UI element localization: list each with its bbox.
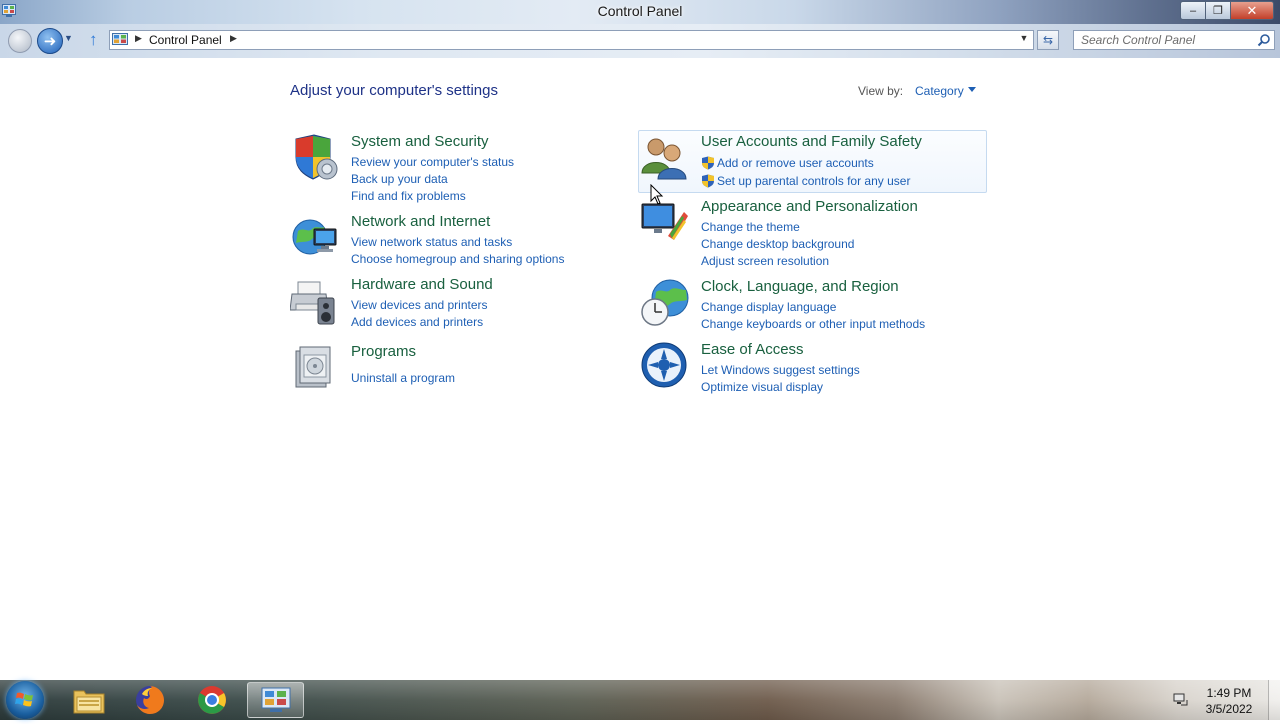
up-arrow-icon[interactable]: ↑ — [89, 31, 103, 49]
clock-time: 1:49 PM — [1206, 686, 1252, 700]
address-bar[interactable]: ▶ Control Panel ▶ ▼ — [109, 30, 1034, 50]
address-dropdown-icon[interactable]: ▼ — [1017, 33, 1031, 43]
link-optimize-visual-display[interactable]: Optimize visual display — [701, 379, 860, 396]
category-title[interactable]: Hardware and Sound — [351, 276, 493, 293]
breadcrumb-separator-icon[interactable]: ▶ — [230, 33, 237, 44]
taskbar-file-explorer[interactable] — [62, 682, 116, 718]
arrow-right-icon: ➜ — [43, 33, 57, 50]
mouse-cursor-icon — [650, 184, 664, 205]
link-uninstall-program[interactable]: Uninstall a program — [351, 370, 455, 387]
link-screen-resolution[interactable]: Adjust screen resolution — [701, 253, 854, 270]
link-change-theme[interactable]: Change the theme — [701, 219, 854, 236]
taskbar — [0, 680, 1280, 720]
link-review-status[interactable]: Review your computer's status — [351, 154, 514, 171]
link-display-language[interactable]: Change display language — [701, 299, 925, 316]
view-by-dropdown[interactable]: Category — [915, 84, 964, 98]
link-find-fix-problems[interactable]: Find and fix problems — [351, 188, 514, 205]
uac-shield-icon — [702, 156, 714, 170]
link-label[interactable]: Add or remove user accounts — [717, 156, 874, 170]
link-add-devices-printers[interactable]: Add devices and printers — [351, 314, 488, 331]
breadcrumb-separator-icon[interactable]: ▶ — [135, 33, 142, 44]
chrome-icon — [198, 686, 226, 714]
link-back-up-data[interactable]: Back up your data — [351, 171, 514, 188]
link-desktop-background[interactable]: Change desktop background — [701, 236, 854, 253]
search-icon[interactable] — [1257, 33, 1271, 47]
category-title[interactable]: Network and Internet — [351, 213, 490, 230]
category-title[interactable]: Clock, Language, and Region — [701, 278, 899, 295]
link-homegroup-sharing[interactable]: Choose homegroup and sharing options — [351, 251, 564, 268]
clock-date: 3/5/2022 — [1205, 702, 1253, 716]
window-title: Control Panel — [597, 3, 683, 19]
back-button[interactable] — [8, 29, 32, 53]
category-title[interactable]: System and Security — [351, 133, 489, 150]
maximize-button[interactable]: ❐ — [1206, 1, 1231, 20]
content-area: Adjust your computer's settings View by:… — [0, 58, 1280, 680]
windows-start-button[interactable] — [6, 681, 44, 719]
recent-pages-dropdown-icon[interactable]: ▼ — [64, 33, 74, 45]
close-button[interactable]: ✕ — [1231, 1, 1274, 20]
link-view-devices-printers[interactable]: View devices and printers — [351, 297, 488, 314]
chevron-down-icon[interactable] — [968, 87, 976, 92]
taskbar-chrome[interactable] — [185, 682, 239, 718]
windows-start-icon — [15, 692, 33, 707]
forward-button[interactable]: ➜ — [37, 28, 63, 54]
firefox-icon — [136, 686, 164, 714]
category-title[interactable]: Programs — [351, 343, 416, 360]
category-title[interactable]: Ease of Access — [701, 341, 804, 358]
link-windows-suggest-settings[interactable]: Let Windows suggest settings — [701, 362, 860, 379]
title-bar[interactable]: Control Panel – ❐ ✕ — [0, 0, 1280, 24]
page-title: Adjust your computer's settings — [290, 82, 498, 99]
ease-of-access-icon[interactable] — [640, 341, 690, 391]
search-input[interactable] — [1074, 31, 1261, 49]
refresh-icon: ⇆ — [1042, 33, 1054, 47]
network-tray-icon[interactable] — [1172, 691, 1188, 707]
programs-icon[interactable] — [290, 343, 340, 393]
file-explorer-icon — [73, 690, 105, 714]
link-keyboards-input[interactable]: Change keyboards or other input methods — [701, 316, 925, 333]
category-title[interactable]: Appearance and Personalization — [701, 198, 918, 215]
breadcrumb-control-panel[interactable]: Control Panel — [149, 33, 222, 47]
security-shield-icon[interactable] — [290, 133, 340, 183]
view-by-label: View by: — [858, 84, 904, 98]
clock-globe-icon[interactable] — [640, 278, 690, 328]
link-add-remove-accounts[interactable]: Add or remove user accounts — [701, 154, 910, 172]
network-globe-icon[interactable] — [290, 213, 340, 263]
category-title[interactable]: User Accounts and Family Safety — [701, 133, 922, 150]
taskbar-clock[interactable]: 1:49 PM 3/5/2022 — [1196, 685, 1262, 717]
taskbar-firefox[interactable] — [123, 682, 177, 718]
navigation-bar: ➜ ▼ ↑ ▶ Control Panel ▶ ▼ ⇆ — [0, 24, 1280, 58]
refresh-button[interactable]: ⇆ — [1037, 30, 1059, 50]
monitor-paint-icon[interactable] — [640, 198, 690, 248]
taskbar-control-panel[interactable] — [247, 682, 304, 718]
printer-speaker-icon[interactable] — [290, 276, 340, 326]
control-panel-icon — [112, 33, 128, 45]
uac-shield-icon — [702, 174, 714, 188]
show-desktop-button[interactable] — [1268, 680, 1280, 720]
users-icon[interactable] — [640, 133, 690, 183]
link-parental-controls[interactable]: Set up parental controls for any user — [701, 172, 910, 190]
link-view-network-status[interactable]: View network status and tasks — [351, 234, 564, 251]
search-box[interactable] — [1073, 30, 1275, 50]
link-label[interactable]: Set up parental controls for any user — [717, 174, 910, 188]
minimize-button[interactable]: – — [1180, 1, 1206, 20]
control-panel-icon — [261, 687, 290, 712]
